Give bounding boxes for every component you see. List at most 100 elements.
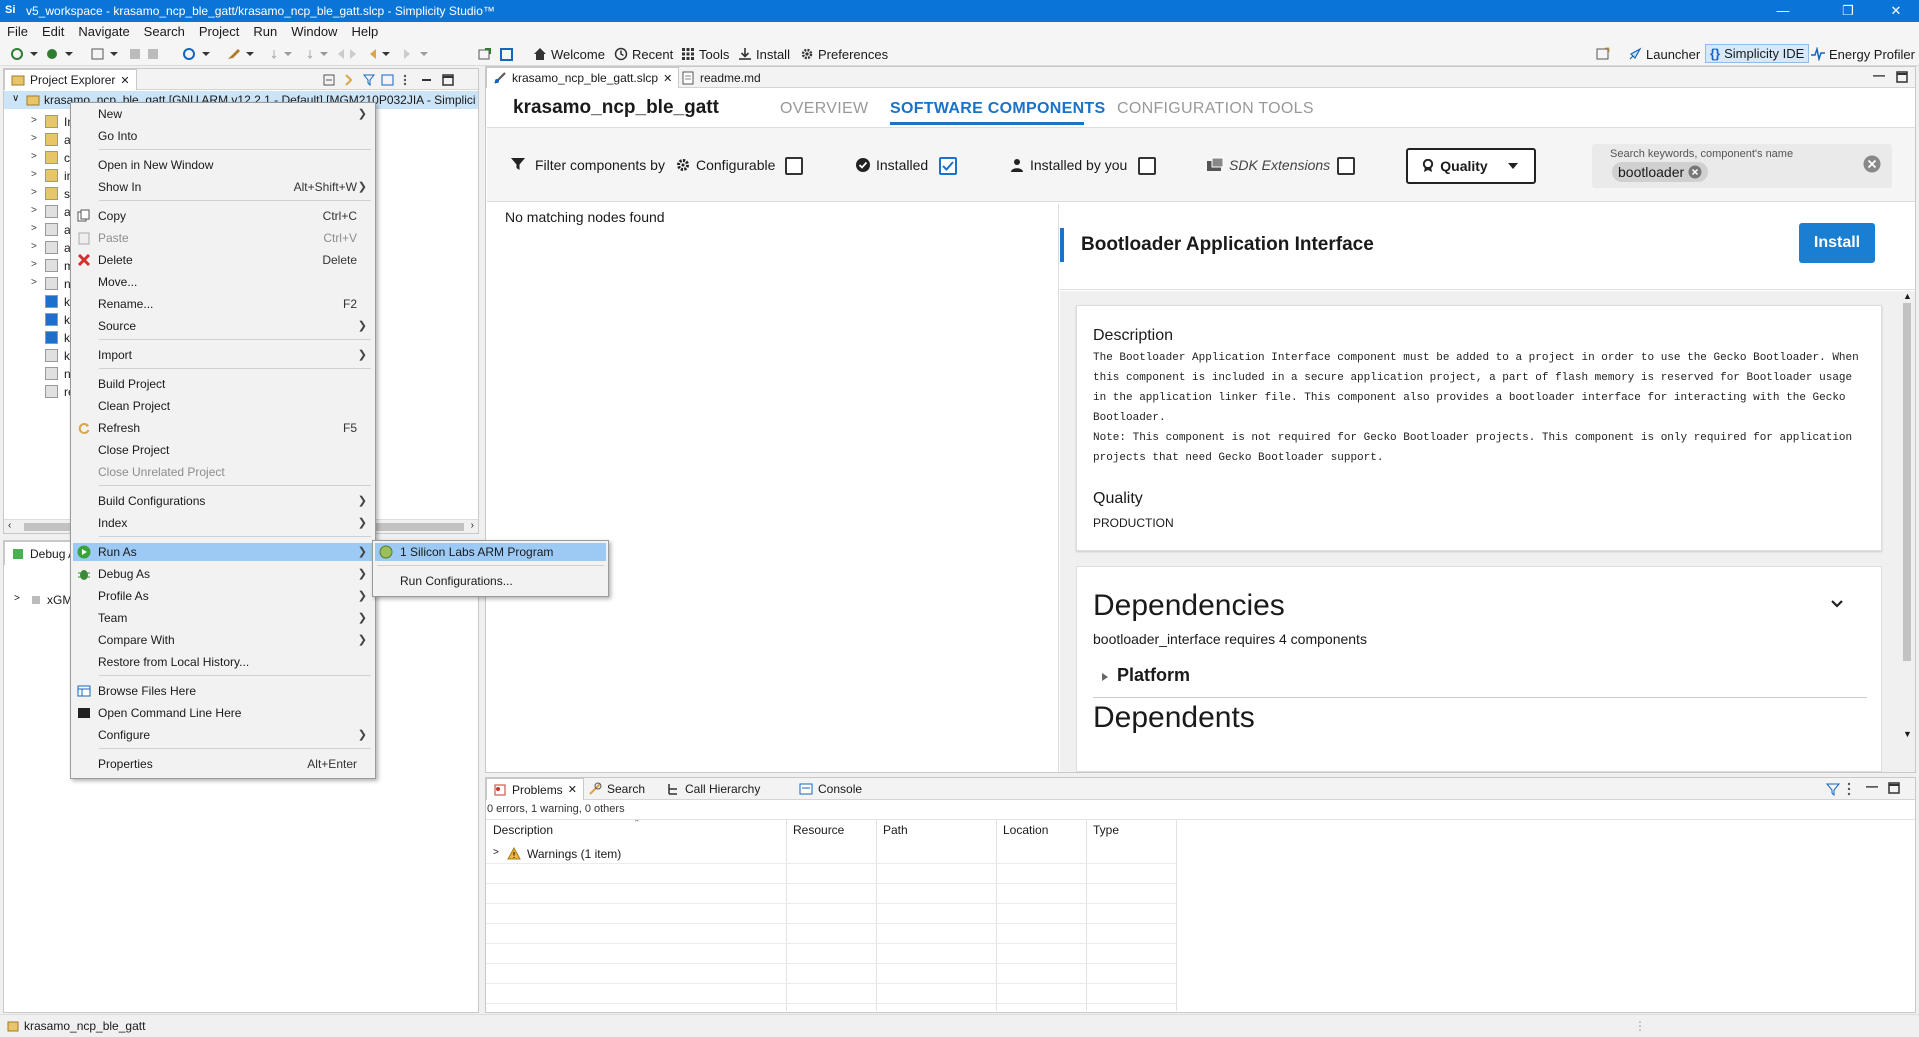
nav-configuration-tools[interactable]: CONFIGURATION TOOLS [1117,100,1314,118]
column-path[interactable]: Path [883,823,908,837]
menu-search[interactable]: Search [137,22,192,40]
collapse-chevron-icon[interactable] [1830,599,1844,609]
expand-chevron-icon[interactable]: > [31,277,37,288]
expand-chevron-icon[interactable]: > [31,169,37,180]
menu-help[interactable]: Help [344,22,385,40]
explorer-view-toolbar-icons[interactable] [322,72,472,88]
expand-chevron-icon[interactable]: > [31,187,37,198]
recent-button[interactable]: Recent [614,45,673,63]
menu-item-close-unrelated[interactable]: Close Unrelated Project [73,463,373,481]
tab-project-explorer[interactable]: Project Explorer ✕ [4,69,137,90]
maximize-view-icon[interactable] [1888,782,1900,794]
project-tree-item[interactable]: >au [7,131,77,149]
minimize-view-icon[interactable]: — [1866,779,1878,793]
scrollbar-thumb[interactable] [1903,303,1911,661]
nav-software-components[interactable]: SOFTWARE COMPONENTS [890,100,1105,118]
menu-item-debug-as[interactable]: Debug As ❯ [73,565,373,583]
menu-item-open-command-line[interactable]: Open Command Line Here [73,704,373,722]
details-scrollbar[interactable]: ▲ ▼ [1900,291,1914,739]
menu-item-source[interactable]: Source ❯ [73,317,373,335]
configurable-checkbox[interactable] [785,157,803,175]
menu-item-run-as[interactable]: Run As ❯ [73,543,373,561]
project-tree-item[interactable]: kr [7,311,77,329]
menu-item-build-project[interactable]: Build Project [73,375,373,393]
external-tools-icon[interactable] [477,45,517,63]
menu-item-team[interactable]: Team ❯ [73,609,373,627]
tab-call-hierarchy[interactable]: Call Hierarchy [660,778,766,800]
expand-chevron-icon[interactable]: ∨ [12,93,19,104]
new-dropdown-icon[interactable] [90,45,120,63]
menu-navigate[interactable]: Navigate [71,22,136,40]
search-chip[interactable]: bootloader [1612,162,1709,182]
menu-item-compare-with[interactable]: Compare With ❯ [73,631,373,649]
column-type[interactable]: Type [1093,823,1119,837]
project-tree-item[interactable]: >cc [7,149,77,167]
menu-item-rename[interactable]: Rename... F2 [73,295,373,313]
project-tree-item[interactable]: > si [7,185,77,203]
expand-chevron-icon[interactable]: > [31,241,37,252]
close-tab-icon[interactable]: ✕ [120,74,129,87]
project-tree-item[interactable]: >nc [7,275,77,293]
column-resource[interactable]: Resource [793,823,844,837]
expand-chevron-icon[interactable]: > [31,259,37,270]
save-icon[interactable] [128,45,164,63]
menu-window[interactable]: Window [284,22,344,40]
build-config-icon[interactable] [10,45,40,63]
component-search-box[interactable]: Search keywords, component's name bootlo… [1592,144,1892,188]
debug-dropdown-icon[interactable] [45,45,75,63]
tools-button[interactable]: Tools [681,45,729,63]
expand-chevron-icon[interactable]: > [31,205,37,216]
navigate-icons[interactable] [270,45,470,63]
close-tab-icon[interactable]: ✕ [663,72,672,85]
expand-chevron-icon[interactable]: > [31,223,37,234]
minimize-button[interactable]: — [1760,0,1806,22]
menu-item-restore-history[interactable]: Restore from Local History... [73,653,373,671]
menu-edit[interactable]: Edit [35,22,71,40]
restore-button[interactable]: ❐ [1825,0,1871,22]
energy-profiler-perspective[interactable]: Energy Profiler [1811,45,1915,63]
project-tree-item[interactable]: > in [7,167,77,185]
scroll-up-icon[interactable]: ▲ [1903,291,1912,301]
menu-item-browse-files[interactable]: Browse Files Here [73,682,373,700]
column-location[interactable]: Location [1003,823,1048,837]
project-tree-item[interactable]: kr [7,329,77,347]
menu-item-index[interactable]: Index ❯ [73,514,373,532]
launcher-perspective[interactable]: Launcher [1628,45,1700,63]
chip-remove-icon[interactable] [1688,165,1702,179]
maximize-view-icon[interactable] [1896,71,1908,83]
open-perspective-icon[interactable] [1596,45,1610,63]
hammer-icon[interactable] [226,45,256,63]
menu-item-copy[interactable]: Copy Ctrl+C [73,207,373,225]
quality-dropdown[interactable]: Quality [1406,148,1536,184]
project-tree-item[interactable]: re [7,383,77,401]
installed-by-you-checkbox[interactable] [1138,157,1156,175]
submenu-item-run-arm-program[interactable]: 1 Silicon Labs ARM Program [375,543,606,561]
scroll-left-icon[interactable]: ‹ [8,520,11,531]
menu-item-properties[interactable]: Properties Alt+Enter [73,755,373,773]
project-tree-item[interactable]: > m [7,257,77,275]
column-description[interactable]: Description [493,823,553,837]
menu-item-import[interactable]: Import ❯ [73,346,373,364]
scroll-right-icon[interactable]: › [471,520,474,531]
menu-run[interactable]: Run [246,22,284,40]
menu-item-move[interactable]: Move... [73,273,373,291]
tab-problems[interactable]: Problems ✕ [486,778,584,800]
installed-checkbox[interactable] [939,157,957,175]
menu-item-delete[interactable]: Delete Delete [73,251,373,269]
project-tree-item[interactable]: kr [7,347,77,365]
menu-project[interactable]: Project [192,22,246,40]
preferences-button[interactable]: Preferences [800,45,888,63]
view-menu-icon[interactable] [1846,782,1852,796]
simplicity-ide-perspective[interactable]: {} Simplicity IDE [1705,44,1810,63]
project-tree-item[interactable]: nc [7,365,77,383]
expand-chevron-icon[interactable]: > [493,847,499,858]
clear-search-icon[interactable] [1863,155,1881,173]
install-button[interactable]: Install [738,45,790,63]
install-component-button[interactable]: Install [1799,223,1875,263]
project-tree-item[interactable]: >ap [7,221,77,239]
menu-item-clean-project[interactable]: Clean Project [73,397,373,415]
tab-readme[interactable]: readme.md [675,67,767,88]
expand-chevron-icon[interactable]: > [14,593,20,604]
menu-file[interactable]: File [0,22,35,40]
tab-console[interactable]: Console [793,778,868,800]
